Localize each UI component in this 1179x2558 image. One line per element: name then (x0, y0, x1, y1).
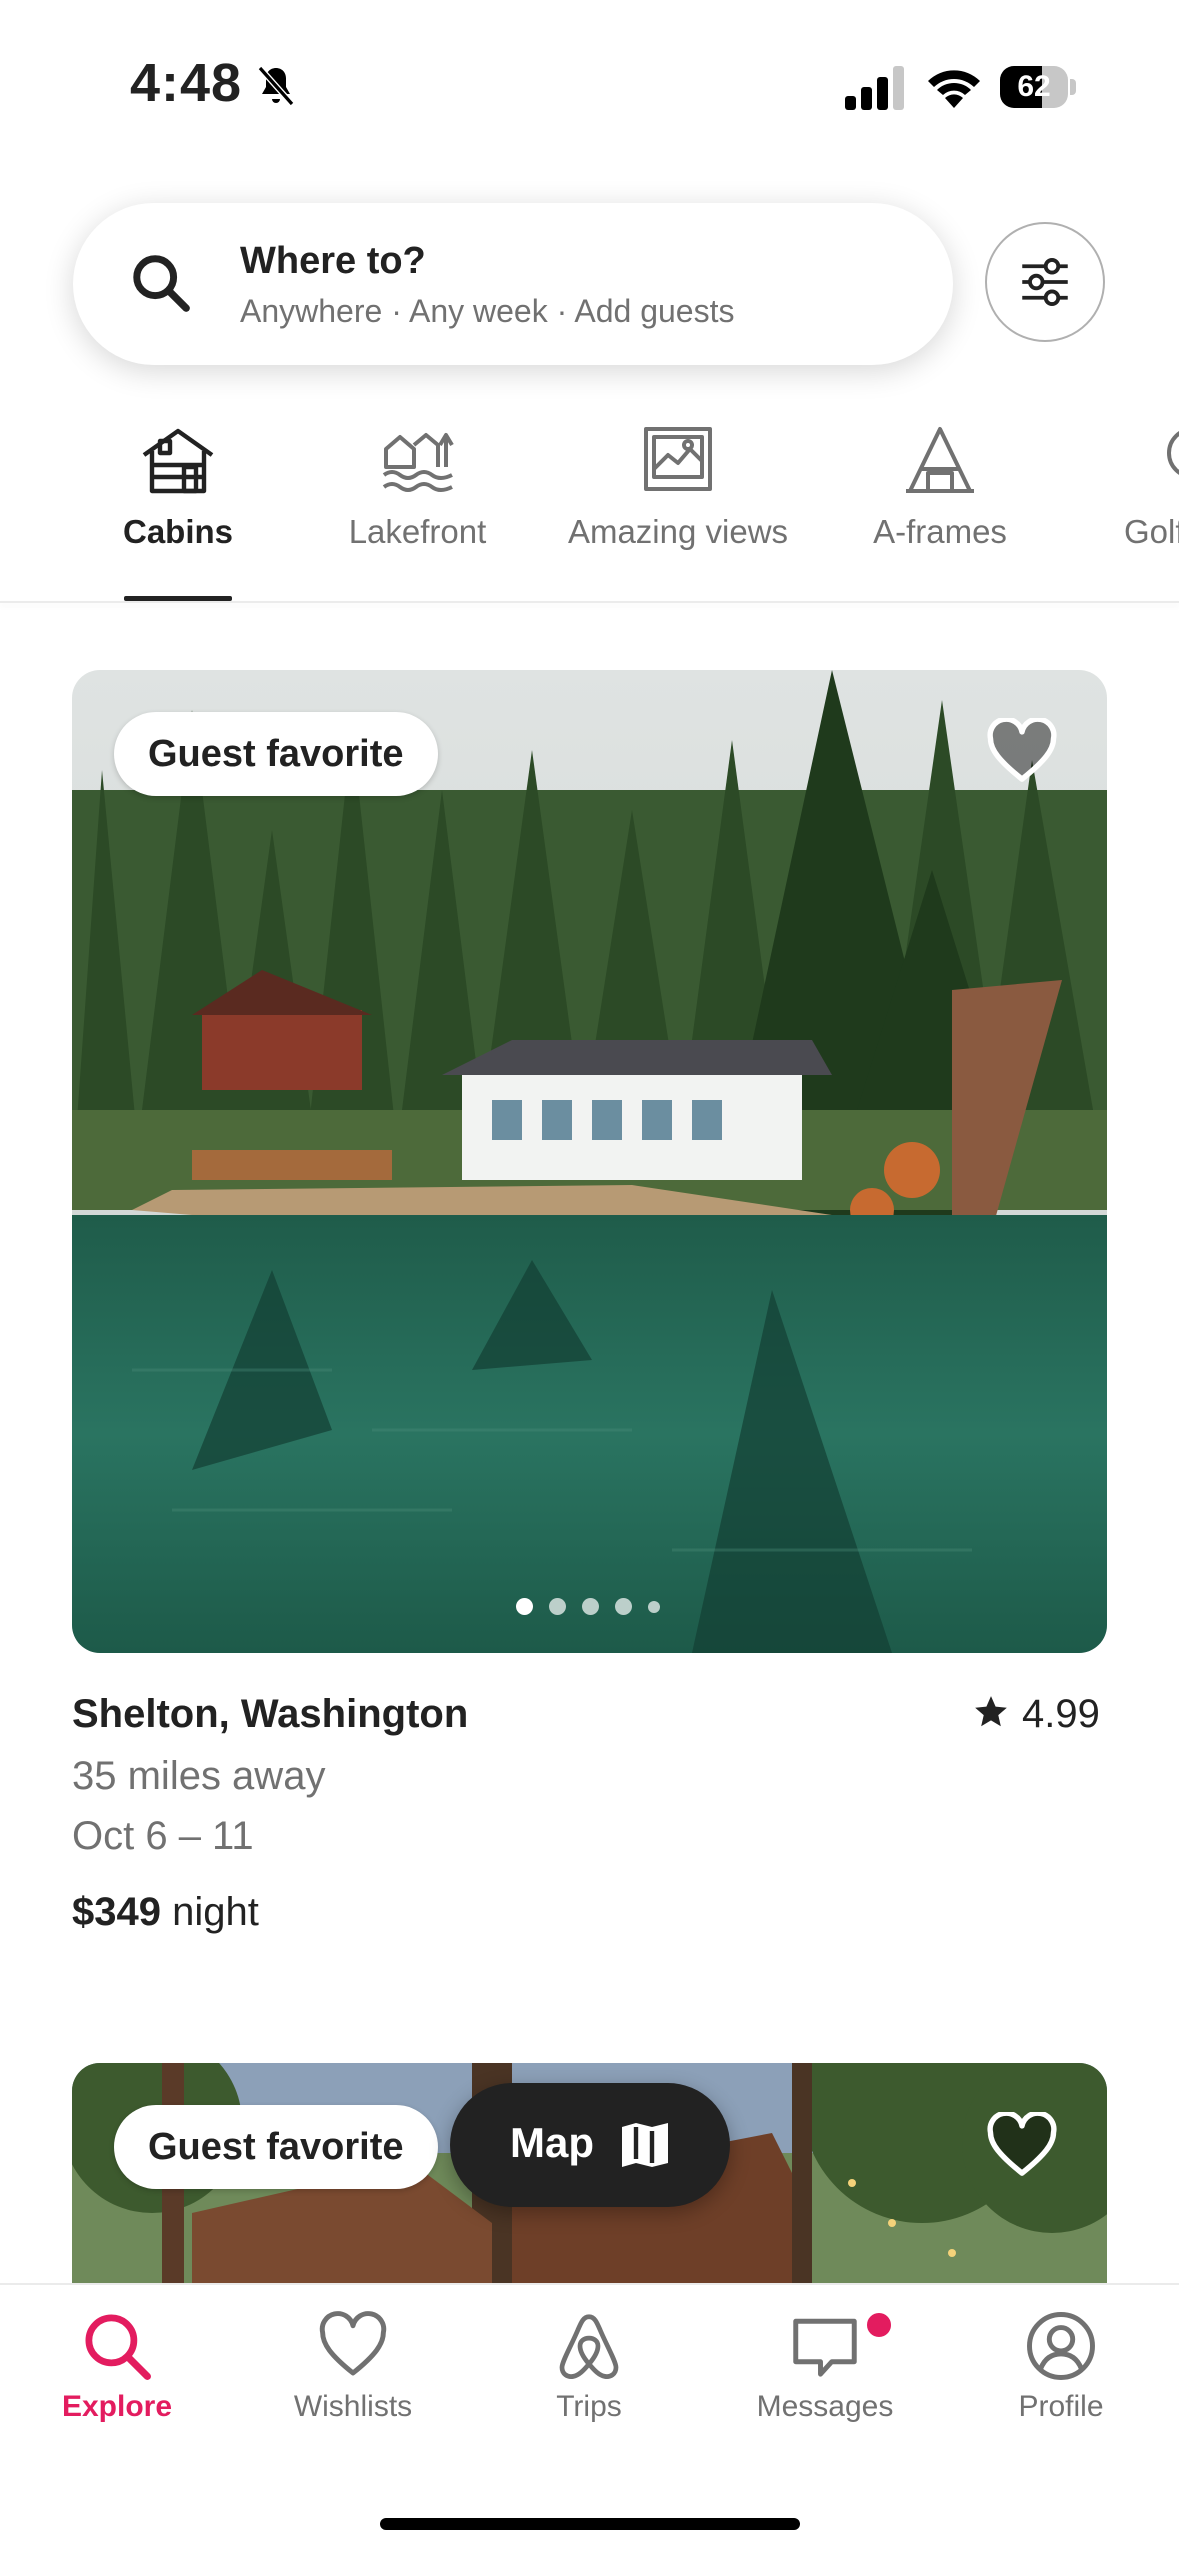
tab-explore[interactable]: Explore (27, 2310, 207, 2424)
a-frame-icon (906, 427, 974, 493)
category-label: Amazing views (567, 513, 789, 550)
filter-sliders-icon (1022, 258, 1068, 306)
star-icon (975, 1696, 1007, 1727)
cellular-signal-icon (845, 66, 904, 110)
status-time: 4:48 (130, 53, 243, 113)
category-amazing-views[interactable]: Amazing views (555, 425, 801, 551)
tab-wishlists[interactable]: Wishlists (263, 2310, 443, 2424)
pagination-dot (582, 1598, 599, 1616)
airbnb-logo-icon (559, 2314, 619, 2379)
listing-image (72, 670, 1107, 1653)
listing-rating: 4.99 (972, 1692, 1100, 1737)
tab-label: Trips (556, 2390, 622, 2423)
home-indicator (380, 2518, 800, 2530)
bell-off-icon (257, 66, 295, 106)
category-lakefront[interactable]: Lakefront (325, 425, 510, 551)
search-icon (85, 2314, 151, 2380)
pagination-dot (516, 1598, 533, 1616)
amazing-views-icon (644, 427, 712, 491)
unread-badge (864, 2310, 894, 2340)
profile-icon (1027, 2312, 1095, 2380)
tab-trips[interactable]: Trips (499, 2310, 679, 2424)
search-title: Where to? (240, 240, 426, 282)
pagination-dot (615, 1598, 632, 1616)
guest-favorite-badge: Guest favorite (114, 2105, 438, 2189)
pagination-dot (648, 1600, 660, 1613)
category-divider (0, 601, 1179, 603)
battery-percent: 62 (1017, 70, 1051, 103)
listing-photo[interactable] (72, 670, 1107, 1653)
map-button-label: Map (510, 2119, 594, 2166)
price-unit: night (160, 1890, 259, 1934)
battery-indicator: 62 (1000, 66, 1078, 108)
search-icon (133, 255, 190, 312)
heart-icon[interactable] (986, 718, 1058, 784)
active-category-indicator (124, 596, 232, 601)
cabin-icon (142, 428, 214, 494)
tab-profile[interactable]: Profile (971, 2310, 1151, 2424)
guest-favorite-badge: Guest favorite (114, 712, 438, 796)
golf-icon (1167, 431, 1179, 475)
search-subtitle: Anywhere · Any week · Add guests (240, 293, 735, 329)
message-icon (793, 2318, 857, 2377)
heart-icon (319, 2311, 387, 2376)
filters-button[interactable] (985, 222, 1105, 342)
search-bar[interactable] (73, 203, 953, 365)
wifi-icon (928, 70, 980, 108)
listing-distance: 35 miles away (72, 1754, 326, 1798)
tab-label: Wishlists (293, 2390, 413, 2423)
tab-label: Messages (756, 2390, 894, 2423)
photo-pagination-dots (516, 1598, 676, 1616)
listing-dates: Oct 6 – 11 (72, 1814, 254, 1858)
category-label: Cabins (122, 513, 234, 550)
pagination-dot (549, 1598, 566, 1616)
category-label: Golf (1124, 513, 1179, 550)
map-button[interactable]: Map (450, 2083, 730, 2207)
price-amount: $349 (72, 1890, 161, 1934)
category-a-frames[interactable]: A-frames (860, 425, 1020, 551)
tab-label: Explore (61, 2390, 173, 2423)
category-label: A-frames (873, 513, 1007, 550)
heart-icon[interactable] (986, 2112, 1058, 2178)
rating-value: 4.99 (1022, 1692, 1100, 1736)
map-icon (622, 2123, 668, 2167)
category-label: Lakefront (348, 513, 487, 550)
category-cabins[interactable]: Cabins (98, 425, 258, 551)
listing-title: Shelton, Washington (72, 1692, 469, 1736)
category-golf[interactable]: Golf (1110, 425, 1179, 551)
lakefront-icon (382, 433, 454, 492)
listing-price: $349 night (72, 1890, 259, 1935)
tab-label: Profile (1018, 2390, 1104, 2423)
